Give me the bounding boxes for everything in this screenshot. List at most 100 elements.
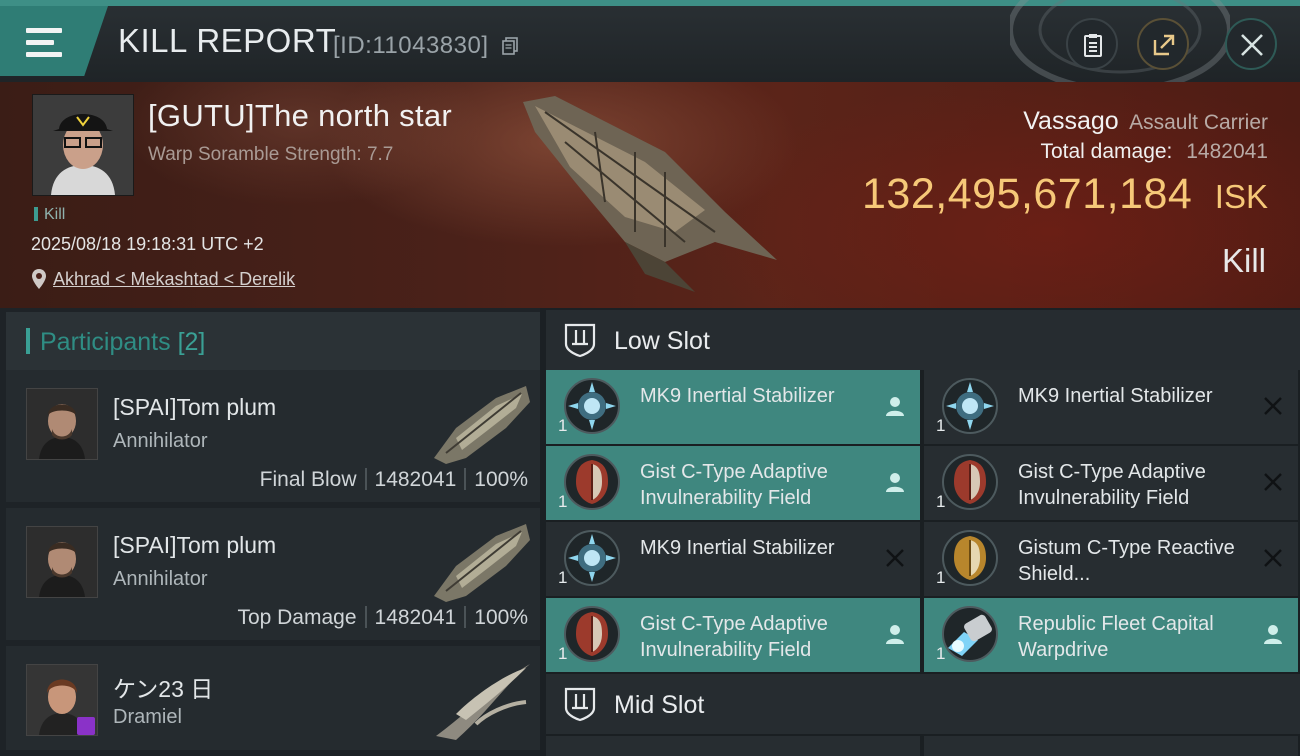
top-bar: KILL REPORT [ID:11043830] (0, 0, 1300, 82)
module-slot[interactable]: 1 Gist C-Type Adaptive Invulnerability Fi… (546, 598, 920, 672)
module-name: MK9 Inertial Stabilizer (1018, 385, 1213, 407)
shield-icon (564, 606, 620, 662)
participant-ship-image (434, 524, 530, 602)
copy-icon[interactable] (502, 37, 518, 55)
share-button[interactable] (1137, 18, 1189, 70)
person-icon (1264, 625, 1282, 644)
person-icon (886, 397, 904, 416)
kill-tag: Kill (34, 206, 65, 224)
close-icon (1264, 549, 1282, 567)
participant-row[interactable]: ケン23 日 Dramiel (6, 646, 540, 750)
participant-percent: 100% (474, 606, 528, 629)
fitting-panel: Low Slot 1 MK9 Inertial Stabilizer 1 MK9 In… (546, 310, 1300, 756)
module-slot[interactable]: 1 MK9 Inertial Stabilizer (924, 370, 1298, 444)
participants-panel: Participants [2] [SPAI]Tom plum Annihila… (0, 308, 540, 750)
close-icon (1264, 473, 1282, 491)
info-badge-icon (77, 717, 95, 735)
module-quantity: 1 (936, 568, 946, 587)
participant-damage: 1482041 (374, 468, 457, 491)
participant-percent: 100% (474, 468, 528, 491)
participants-label: Participants (40, 328, 171, 356)
gold-shield-icon (942, 530, 998, 586)
kill-result: Kill (1221, 242, 1266, 279)
participant-ship-image (434, 386, 530, 464)
module-quantity: 1 (558, 568, 568, 587)
person-icon (886, 473, 904, 492)
shield-icon (564, 454, 620, 510)
kill-location-link[interactable]: Akhrad < Mekashtad < Derelik (53, 269, 295, 290)
participant-row[interactable]: [SPAI]Tom plum Annihilator Final Blow 148… (6, 370, 540, 502)
isk-unit: ISK (1214, 178, 1268, 215)
isk-value: 132,495,671,184 (862, 170, 1193, 218)
module-slot-partial[interactable] (546, 736, 920, 756)
module-slot[interactable]: 1 Republic Fleet Capital Warpdrive (924, 598, 1298, 672)
module-quantity: 1 (936, 644, 946, 663)
module-name: Gistum C-Type Reactive Shield... (1018, 537, 1235, 585)
mid-slot-title: Mid Slot (614, 691, 705, 719)
page-title: KILL REPORT (118, 22, 337, 59)
total-damage-label: Total damage: (1040, 140, 1173, 163)
module-slot[interactable]: 1 Gistum C-Type Reactive Shield... (924, 522, 1298, 596)
close-icon (1264, 397, 1282, 415)
module-quantity: 1 (558, 416, 568, 435)
victim-banner: [GUTU]The north star Warp Soramble Stren… (0, 82, 1300, 308)
participant-stats: Top Damage 1482041 100% (237, 606, 528, 630)
ship-class: Assault Carrier (1129, 111, 1268, 134)
share-icon (1153, 34, 1175, 56)
participants-header: Participants [2] (6, 312, 540, 374)
report-button[interactable] (1066, 18, 1118, 70)
module-name: MK9 Inertial Stabilizer (640, 385, 835, 407)
mid-slot-header: Mid Slot (546, 674, 1300, 734)
participant-role: Final Blow (259, 468, 357, 491)
shield-icon (942, 454, 998, 510)
participants-count: [2] (177, 328, 206, 356)
participant-damage: 1482041 (374, 606, 457, 629)
participant-name[interactable]: [SPAI]Tom plum (113, 532, 276, 559)
total-damage: Total damage: 1482041 (1040, 140, 1268, 164)
module-slot[interactable]: 1 Gist C-Type Adaptive Invulnerability Fi… (546, 446, 920, 520)
victim-name[interactable]: [GUTU]The north star (148, 98, 452, 134)
stabilizer-icon (564, 530, 620, 586)
participant-name[interactable]: ケン23 日 (113, 670, 213, 704)
module-name: Gist C-Type Adaptive Invulnerability Fie… (640, 461, 828, 509)
stabilizer-icon (564, 378, 620, 434)
participant-row[interactable]: [SPAI]Tom plum Annihilator Top Damage 148… (6, 508, 540, 640)
module-quantity: 1 (936, 492, 946, 511)
module-quantity: 1 (558, 492, 568, 511)
participant-avatar (26, 664, 98, 736)
participant-ship-image (436, 664, 530, 740)
module-slot[interactable]: 1 Gist C-Type Adaptive Invulnerability Fi… (924, 446, 1298, 520)
module-name: MK9 Inertial Stabilizer (640, 537, 835, 559)
person-icon (886, 625, 904, 644)
module-slot-partial[interactable] (924, 736, 1298, 756)
warpdrive-icon (942, 606, 998, 662)
isk-value-line: 132,495,671,184 ISK (862, 170, 1268, 219)
background-ring-decoration (1010, 0, 1230, 82)
module-slot[interactable]: 1 MK9 Inertial Stabilizer (546, 370, 920, 444)
location-pin-icon (32, 269, 46, 289)
close-button[interactable] (1225, 18, 1277, 70)
participant-name[interactable]: [SPAI]Tom plum (113, 394, 276, 421)
close-icon (886, 549, 904, 567)
ship-info: Vassago Assault Carrier (1023, 107, 1268, 136)
low-slot-title: Low Slot (614, 327, 710, 355)
module-name: Gist C-Type Adaptive Invulnerability Fie… (640, 613, 828, 661)
hamburger-menu-icon (26, 28, 62, 58)
low-slot-header: Low Slot (546, 310, 1300, 370)
total-damage-value: 1482041 (1186, 140, 1268, 163)
kill-datetime: 2025/08/18 19:18:31 UTC +2 (31, 234, 264, 254)
participant-ship: Annihilator (113, 430, 208, 452)
victim-avatar[interactable] (32, 94, 134, 196)
participant-ship: Dramiel (113, 706, 182, 728)
participants-title: Participants [2] (40, 328, 205, 357)
victim-ship-image (523, 96, 777, 292)
menu-button[interactable] (0, 6, 108, 76)
participant-ship: Annihilator (113, 568, 208, 590)
participant-avatar (26, 526, 98, 598)
warp-scramble-strength: Warp Soramble Strength: 7.7 (148, 144, 394, 165)
module-name: Gist C-Type Adaptive Invulnerability Fie… (1018, 461, 1206, 509)
module-quantity: 1 (558, 644, 568, 663)
module-slot[interactable]: 1 MK9 Inertial Stabilizer (546, 522, 920, 596)
module-quantity: 1 (936, 416, 946, 435)
ship-name[interactable]: Vassago (1023, 107, 1118, 135)
